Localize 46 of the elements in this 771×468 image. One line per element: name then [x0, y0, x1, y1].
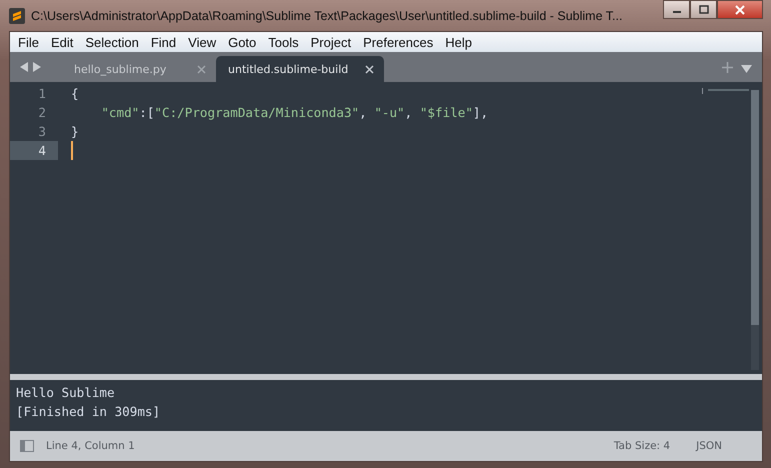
plus-icon[interactable] — [722, 62, 733, 73]
code-token: :[ — [139, 105, 154, 120]
app-logo-icon — [9, 8, 25, 24]
code-token: { — [71, 86, 79, 101]
minimap-drawing — [702, 88, 750, 94]
menu-item[interactable]: Goto — [222, 34, 262, 50]
scrollbar[interactable] — [751, 90, 759, 370]
maximize-icon — [698, 5, 708, 14]
close-button[interactable] — [717, 0, 763, 19]
minimize-button[interactable] — [663, 0, 690, 19]
code-token: "-u" — [374, 105, 405, 120]
previous-tab-icon[interactable] — [20, 62, 29, 72]
menu-item[interactable]: Selection — [79, 34, 145, 50]
code-token: } — [71, 124, 79, 139]
menu-item[interactable]: Help — [439, 34, 478, 50]
tab[interactable]: untitled.sublime-build — [216, 56, 384, 82]
line-number: 3 — [37, 123, 47, 141]
tab-size-indicator[interactable]: Tab Size: 4 — [614, 440, 670, 452]
maximize-button[interactable] — [690, 0, 717, 19]
menu-item[interactable]: Tools — [262, 34, 305, 50]
menu-item[interactable]: View — [182, 34, 222, 50]
dropdown-icon[interactable] — [741, 65, 752, 73]
output-line: [Finished in 309ms] — [16, 403, 162, 421]
cursor-position: Line 4, Column 1 — [46, 440, 135, 452]
code-token: "cmd" — [100, 105, 140, 120]
line-number: 2 — [37, 104, 47, 122]
menu-item[interactable]: Project — [304, 34, 358, 50]
close-icon — [735, 4, 745, 14]
panel-toggle-icon[interactable] — [20, 440, 34, 452]
line-number: 4 — [10, 141, 58, 160]
menu-item[interactable]: Find — [144, 34, 182, 50]
menu-item[interactable]: Edit — [44, 34, 80, 50]
line-number: 1 — [37, 85, 47, 103]
code-token: "C:/ProgramData/Miniconda3" — [154, 105, 360, 120]
text-cursor — [71, 141, 73, 160]
next-tab-icon[interactable] — [32, 62, 41, 72]
code-token: ], — [472, 105, 488, 120]
close-icon[interactable] — [365, 64, 374, 74]
syntax-indicator[interactable]: JSON — [696, 440, 722, 452]
menu-item[interactable]: Preferences — [357, 34, 440, 50]
menu-item[interactable]: File — [12, 34, 45, 50]
code-token: "$file" — [420, 105, 473, 120]
window-title: C:\Users\Administrator\AppData\Roaming\Sublime Text\Packages\User\untitled.sublime-build - Sublime T... — [31, 8, 624, 22]
code-token: , — [404, 105, 414, 120]
code-token: , — [359, 105, 368, 120]
output-line: Hello Sublime — [16, 384, 116, 402]
